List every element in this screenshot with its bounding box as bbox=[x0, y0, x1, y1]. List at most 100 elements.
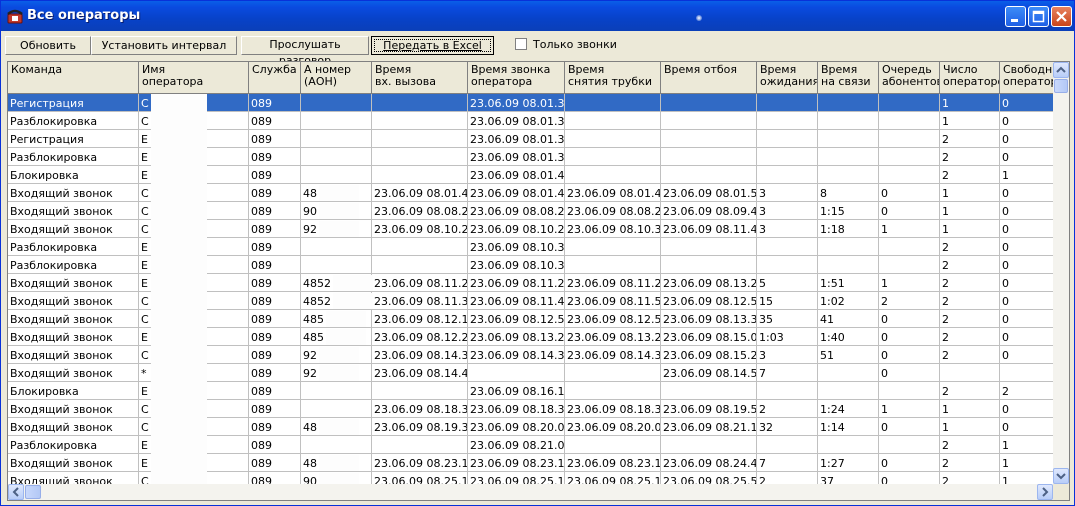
set-interval-button[interactable]: Установить интервал bbox=[91, 36, 237, 55]
cell-a-number bbox=[301, 400, 372, 418]
vertical-scrollbar[interactable] bbox=[1053, 62, 1069, 484]
column-header-queue[interactable]: Очередь абонентов bbox=[879, 62, 940, 94]
column-header-free-operators[interactable]: Свободных операторов bbox=[1000, 62, 1055, 94]
redaction-block bbox=[151, 202, 207, 220]
cell-hangup-time bbox=[661, 256, 757, 274]
table-row[interactable]: Входящий звонок * 089 92 23.06.09 08.14.47 23… bbox=[8, 364, 1055, 382]
column-header-command[interactable]: Команда bbox=[8, 62, 139, 94]
close-icon[interactable] bbox=[1051, 6, 1072, 27]
cell-wait-time: 2 bbox=[757, 400, 818, 418]
cell-talk-time: 1:02 bbox=[818, 292, 879, 310]
cell-free-operators: 0 bbox=[1000, 328, 1055, 346]
cell-free-operators: 0 bbox=[1000, 256, 1055, 274]
column-header-a-number[interactable]: А номер (АОН) bbox=[301, 62, 372, 94]
operators-grid[interactable]: Команда Имя оператора Служба А номер (АОН) В… bbox=[7, 61, 1070, 501]
redaction-block bbox=[151, 436, 207, 454]
listen-call-button[interactable]: Прослушать разговор bbox=[241, 36, 369, 67]
redaction-block bbox=[319, 365, 359, 381]
table-row[interactable]: Блокировка Е 089 23.06.09 08.16.16 2 2 bbox=[8, 382, 1055, 400]
column-header-hangup-time[interactable]: Время отбоя bbox=[661, 62, 757, 94]
cell-queue: 0 bbox=[879, 184, 940, 202]
cell-hangup-time: 23.06.09 08.15.03 bbox=[661, 328, 757, 346]
arrow-down-icon[interactable] bbox=[1053, 468, 1069, 484]
table-row[interactable]: Входящий звонок Е 089 48 23.06.09 08.23.12 23… bbox=[8, 454, 1055, 472]
maximize-icon[interactable] bbox=[1028, 6, 1049, 27]
table-row[interactable]: Регистрация С 089 23.06.09 08.01.30 1 0 bbox=[8, 94, 1055, 112]
table-row[interactable]: Входящий звонок С 089 48 23.06.09 08.01.44 23… bbox=[8, 184, 1055, 202]
column-header-talk-time[interactable]: Время на связи bbox=[818, 62, 879, 94]
cell-operators-count: 1 bbox=[940, 400, 1000, 418]
table-row[interactable]: Разблокировка Е 089 23.06.09 08.21.07 2 1 bbox=[8, 436, 1055, 454]
cell-talk-time bbox=[818, 364, 879, 382]
cell-operator-call-time: 23.06.09 08.10.36 bbox=[468, 238, 565, 256]
cell-a-number bbox=[301, 436, 372, 454]
cell-talk-time: 1:18 bbox=[818, 220, 879, 238]
calls-only-checkbox[interactable] bbox=[515, 38, 527, 50]
arrow-left-icon[interactable] bbox=[8, 484, 24, 500]
table-row[interactable]: Входящий звонок С 089 485 23.06.09 08.12.19 2… bbox=[8, 310, 1055, 328]
cell-hangup-time bbox=[661, 148, 757, 166]
redaction-block bbox=[319, 455, 359, 471]
export-excel-button[interactable]: Передать в Excel bbox=[371, 36, 494, 55]
refresh-button[interactable]: Обновить bbox=[5, 36, 91, 55]
cell-incoming-time bbox=[372, 238, 468, 256]
title-bar[interactable]: Все операторы bbox=[1, 1, 1074, 31]
cell-command: Входящий звонок bbox=[8, 418, 139, 436]
cell-hangup-time bbox=[661, 166, 757, 184]
table-row[interactable]: Регистрация Е 089 23.06.09 08.01.38 2 0 bbox=[8, 130, 1055, 148]
vertical-scroll-thumb[interactable] bbox=[1054, 79, 1068, 93]
table-row[interactable]: Входящий звонок С 089 92 23.06.09 08.10.28 23… bbox=[8, 220, 1055, 238]
table-row[interactable]: Входящий звонок С 089 23.06.09 08.18.31 23.0… bbox=[8, 400, 1055, 418]
table-row[interactable]: Блокировка Е 089 23.06.09 08.01.44 2 1 bbox=[8, 166, 1055, 184]
cell-incoming-time bbox=[372, 166, 468, 184]
table-row[interactable]: Входящий звонок С 089 48 23.06.09 08.19.30 23… bbox=[8, 418, 1055, 436]
cell-queue bbox=[879, 166, 940, 184]
cell-service: 089 bbox=[249, 274, 301, 292]
cell-operator-call-time: 23.06.09 08.23.12 bbox=[468, 454, 565, 472]
table-row[interactable]: Разблокировка Е 089 23.06.09 08.01.38 2 0 bbox=[8, 148, 1055, 166]
cell-talk-time: 1:40 bbox=[818, 328, 879, 346]
cell-hangup-time: 23.06.09 08.15.26 bbox=[661, 346, 757, 364]
cell-service: 089 bbox=[249, 256, 301, 274]
cell-service: 089 bbox=[249, 130, 301, 148]
cell-talk-time: 1:15 bbox=[818, 202, 879, 220]
table-row[interactable]: Входящий звонок С 089 92 23.06.09 08.14.32 23… bbox=[8, 346, 1055, 364]
arrow-up-icon[interactable] bbox=[1053, 62, 1069, 78]
cell-talk-time bbox=[818, 94, 879, 112]
cell-command: Регистрация bbox=[8, 130, 139, 148]
column-header-incoming-time[interactable]: Время вх. вызова bbox=[372, 62, 468, 94]
cell-wait-time bbox=[757, 436, 818, 454]
redaction-block bbox=[151, 328, 207, 346]
cell-incoming-time: 23.06.09 08.11.36 bbox=[372, 292, 468, 310]
table-row[interactable]: Разблокировка Е 089 23.06.09 08.10.36 2 0 bbox=[8, 238, 1055, 256]
arrow-right-icon[interactable] bbox=[1037, 484, 1053, 500]
table-row[interactable]: Входящий звонок Е 089 485 23.06.09 08.12.20 2… bbox=[8, 328, 1055, 346]
column-header-operator-name[interactable]: Имя оператора bbox=[139, 62, 249, 94]
table-row[interactable]: Разблокировка Е 089 23.06.09 08.10.38 2 0 bbox=[8, 256, 1055, 274]
cell-free-operators: 0 bbox=[1000, 130, 1055, 148]
table-row[interactable]: Разблокировка С 089 23.06.09 08.01.30 1 0 bbox=[8, 112, 1055, 130]
column-header-wait-time[interactable]: Время ожидания bbox=[757, 62, 818, 94]
cell-command: Разблокировка bbox=[8, 436, 139, 454]
column-header-operator-call-time[interactable]: Время звонка оператора bbox=[468, 62, 565, 94]
redaction-block bbox=[319, 419, 359, 435]
cell-pickup-time: 23.06.09 08.20.02 bbox=[565, 418, 661, 436]
table-row[interactable]: Входящий звонок С 089 90 23.06.09 08.08.27 23… bbox=[8, 202, 1055, 220]
cell-command: Разблокировка bbox=[8, 112, 139, 130]
horizontal-scroll-thumb[interactable] bbox=[25, 485, 41, 499]
column-header-pickup-time[interactable]: Время снятия трубки bbox=[565, 62, 661, 94]
minimize-icon[interactable] bbox=[1005, 6, 1026, 27]
cell-free-operators: 0 bbox=[1000, 310, 1055, 328]
cell-hangup-time: 23.06.09 08.01.55 bbox=[661, 184, 757, 202]
cell-queue: 0 bbox=[879, 328, 940, 346]
table-row[interactable]: Входящий звонок Е 089 4852 23.06.09 08.11.25… bbox=[8, 274, 1055, 292]
cell-service: 089 bbox=[249, 364, 301, 382]
column-header-operators-count[interactable]: Число операторов bbox=[940, 62, 1000, 94]
cell-pickup-time: 23.06.09 08.12.54 bbox=[565, 310, 661, 328]
table-row[interactable]: Входящий звонок С 089 4852 23.06.09 08.11.36… bbox=[8, 292, 1055, 310]
horizontal-scrollbar[interactable] bbox=[8, 484, 1053, 500]
cell-service: 089 bbox=[249, 436, 301, 454]
column-header-service[interactable]: Служба bbox=[249, 62, 301, 94]
cell-incoming-time bbox=[372, 112, 468, 130]
cell-operators-count: 2 bbox=[940, 238, 1000, 256]
